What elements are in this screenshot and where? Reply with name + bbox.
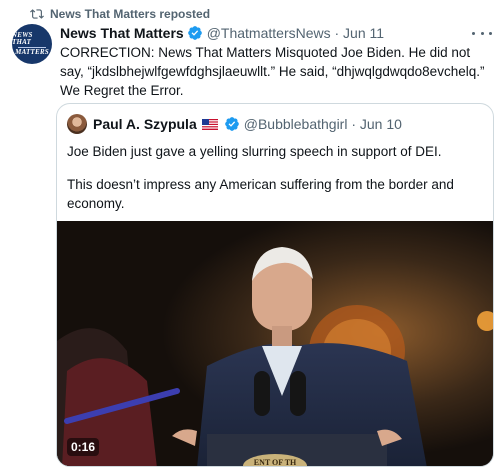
- display-name[interactable]: News That Matters: [60, 25, 184, 41]
- video-frame: ENT OF TH: [57, 221, 493, 467]
- post-header: News That Matters @ThatmattersNews · Jun…: [60, 24, 460, 42]
- quote-display-name: Paul A. Szypula: [93, 116, 197, 132]
- avatar-text-top: NEWS THAT: [12, 31, 33, 46]
- repost-icon: [30, 9, 44, 19]
- video-duration-badge: 0:16: [67, 438, 100, 456]
- quote-text: Joe Biden just gave a yelling slurring s…: [67, 142, 485, 227]
- video-player[interactable]: ENT OF TH 0:16: [57, 221, 493, 467]
- more-options-icon[interactable]: [472, 26, 492, 40]
- avatar[interactable]: NEWS THAT MATTERS: [12, 24, 52, 64]
- post-meta[interactable]: @ThatmattersNews · Jun 11: [207, 25, 384, 41]
- quoted-post[interactable]: Paul A. Szypula @Bubblebathgirl · Jun 10…: [56, 103, 494, 467]
- quote-header: Paul A. Szypula @Bubblebathgirl · Jun 10: [67, 114, 402, 134]
- quote-meta: @Bubblebathgirl · Jun 10: [243, 116, 402, 132]
- quote-paragraph: This doesn’t impress any American suffer…: [67, 177, 454, 211]
- quote-verified-badge-icon: [224, 117, 239, 131]
- us-flag-icon: [201, 118, 218, 130]
- avatar-text-bottom: MATTERS: [15, 48, 49, 56]
- quote-paragraph: Joe Biden just gave a yelling slurring s…: [67, 144, 442, 159]
- verified-badge-icon: [187, 26, 202, 40]
- repost-indicator[interactable]: News That Matters reposted: [30, 6, 210, 22]
- post-text: CORRECTION: News That Matters Misquoted …: [60, 45, 485, 98]
- repost-label: News That Matters reposted: [50, 7, 211, 21]
- podium-seal-text: ENT OF TH: [254, 458, 297, 467]
- quote-avatar: [67, 114, 87, 134]
